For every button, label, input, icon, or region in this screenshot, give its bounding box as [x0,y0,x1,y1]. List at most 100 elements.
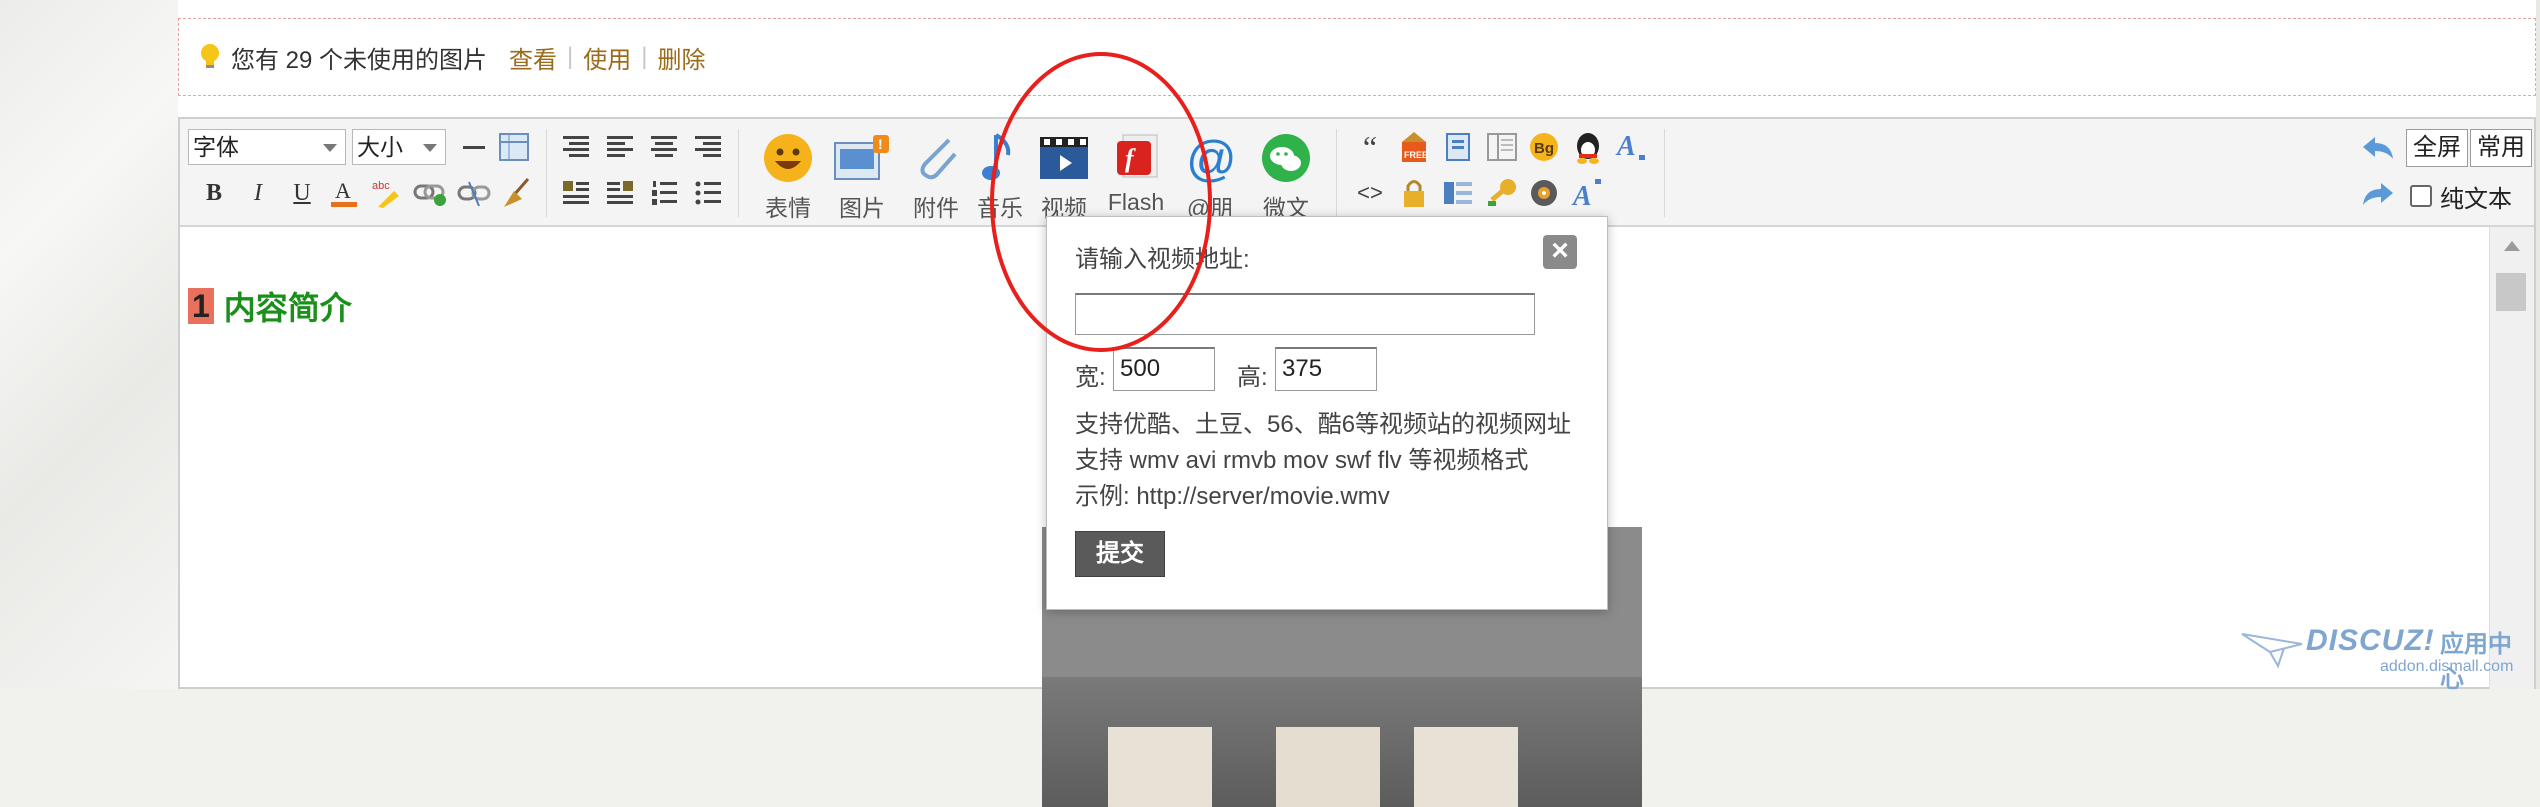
horizontal-rule-icon [463,146,485,149]
underline-icon: U [293,179,311,206]
align-center-button[interactable] [646,129,682,165]
background-color-button[interactable]: abc [370,175,406,211]
toolbar-separator [1336,129,1337,217]
italic-button[interactable]: I [240,175,276,211]
float-right-icon [607,181,633,204]
wechat-article-button[interactable]: 微文 [1246,127,1326,223]
quote-icon: “ [1362,128,1378,165]
image-button[interactable]: ! 图片 [822,127,902,223]
emoji-label: 表情 [765,195,811,221]
redo-arrow-icon [2363,183,2393,205]
image-panel [1108,727,1212,807]
font-family-select[interactable]: 字体 [188,129,346,165]
float-right-button[interactable] [602,175,638,211]
font-color-button[interactable]: A [326,175,362,211]
image-label: 图片 [839,195,885,221]
float-left-button[interactable] [558,175,594,211]
font-size-select[interactable]: 大小 [352,129,446,165]
scroll-up-icon[interactable] [2504,241,2520,251]
svg-text:A: A [335,178,351,203]
watermark-brand: DISCUZ! [2306,624,2435,657]
delete-link[interactable]: 删除 [658,40,706,75]
width-input[interactable]: 500 [1113,347,1215,391]
redo-button[interactable] [2360,177,2396,213]
undo-button[interactable] [2360,131,2396,167]
editor-scrollbar[interactable] [2489,227,2534,689]
svg-text:abc: abc [372,180,390,192]
toolbar-separator [738,129,739,217]
table-button[interactable] [496,129,532,165]
superscript-icon: A [1571,179,1601,209]
toolbar-separator [1664,129,1665,217]
subscript-button[interactable]: A [1614,129,1650,165]
unlink-button[interactable] [456,175,492,211]
list-rows-icon [1444,182,1472,204]
editor-toolbar: 字体 大小 B I U A abc 表情 ! 图片 附件 音乐 视频 f Fla… [180,119,2534,227]
bold-button[interactable]: B [196,175,232,211]
view-link[interactable]: 查看 [509,40,557,75]
code-icon: <> [1357,180,1383,205]
qq-button[interactable] [1570,129,1606,165]
multi-column-button[interactable] [1440,175,1476,211]
float-left-icon [563,181,589,204]
unordered-list-icon [695,181,721,205]
font-size-value: 大小 [357,134,403,160]
svg-text:!: ! [878,136,883,152]
flash-disk-button[interactable] [1526,175,1562,211]
subscript-icon: A [1615,131,1645,162]
page-background-left [0,0,178,689]
quote-button[interactable]: “ [1352,129,1388,165]
hide-content-button[interactable] [1396,175,1432,211]
align-right-button[interactable] [690,129,726,165]
support-sites-text: 支持优酷、土豆、56、酷6等视频站的视频网址 [1075,411,1572,438]
close-icon[interactable]: × [1543,235,1577,269]
italic-icon: I [254,179,262,206]
plaintext-checkbox[interactable] [2410,185,2432,207]
heading-text: 内容简介 [223,290,352,326]
svg-text:A: A [1615,131,1636,162]
smiley-icon [764,134,812,182]
submit-button[interactable]: 提交 [1075,531,1165,577]
emoji-button[interactable]: 表情 [748,127,828,223]
align-left-button[interactable] [602,129,638,165]
free-button[interactable]: FREE [1396,129,1432,165]
index-button[interactable] [1484,129,1520,165]
svg-text:FREE: FREE [1404,150,1428,160]
unordered-list-button[interactable] [690,175,726,211]
wechat-icon [1262,134,1310,182]
ordered-list-button[interactable] [646,175,682,211]
password-button[interactable] [1484,175,1520,211]
undo-arrow-icon [2363,137,2393,159]
unused-images-notice: 您有 29 个未使用的图片 查看 | 使用 | 删除 [178,18,2536,96]
use-link[interactable]: 使用 [583,40,631,75]
clear-format-button[interactable] [498,175,534,211]
lock-icon [1404,180,1424,207]
lightbulb-icon [201,44,219,68]
align-justify-button[interactable] [558,129,594,165]
page-background-right [2536,0,2540,689]
watermark-url: addon.dismall.com [2380,658,2514,675]
underline-button[interactable]: U [284,175,320,211]
common-mode-button[interactable]: 常用 [2470,129,2532,167]
page-break-button[interactable] [1440,129,1476,165]
image-icon: ! [834,135,889,180]
superscript-button[interactable]: A [1570,175,1606,211]
image-panel [1414,727,1518,807]
page-icon [1446,133,1470,161]
code-button[interactable]: <> [1352,175,1388,211]
paperclip-icon [920,138,957,180]
background-button[interactable]: Bg [1526,129,1562,165]
notice-message: 您有 29 个未使用的图片 [231,46,488,74]
qq-penguin-icon [1577,133,1599,164]
chevron-down-icon [323,144,337,152]
horizontal-rule-button[interactable] [456,129,492,165]
discuz-watermark: DISCUZ! 应用中心 addon.dismall.com [2240,624,2530,693]
height-input[interactable]: 375 [1275,347,1377,391]
width-label: 宽: [1075,364,1106,391]
fullscreen-button[interactable]: 全屏 [2406,129,2468,167]
ordered-list-icon [652,181,677,205]
insert-link-button[interactable] [412,175,448,211]
scroll-thumb[interactable] [2496,273,2526,311]
plaintext-label: 纯文本 [2440,186,2512,213]
table-icon [499,133,529,161]
